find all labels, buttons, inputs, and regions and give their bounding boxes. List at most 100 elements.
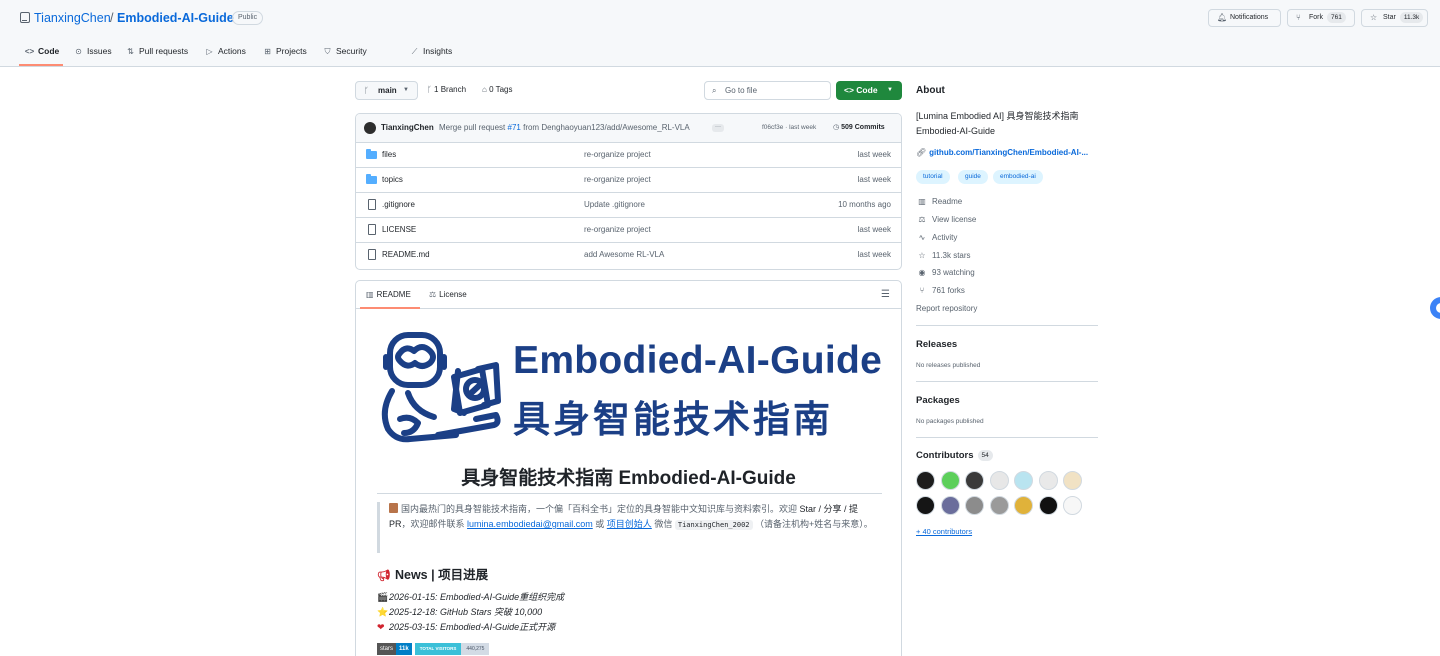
notifications-button[interactable]: 🔔︎ Notifications [1208,9,1281,27]
tab-security-label: Security [336,46,367,56]
meta-label: 761 forks [932,286,965,295]
repo-owner-link[interactable]: TianxingChen [34,11,111,25]
homepage-link[interactable]: 🔗︎ github.com/TianxingChen/Embodied-AI-..… [916,148,1088,157]
commit-author[interactable]: TianxingChen [381,123,434,132]
contributor-avatar[interactable] [965,496,984,515]
more-contributors-link[interactable]: + 40 contributors [916,527,972,536]
commit-hash-date[interactable]: f06cf3e · last week [762,124,816,131]
stars-link[interactable]: ☆ 11.3k stars [916,251,971,260]
founder-link[interactable]: 项目创始人 [607,519,652,529]
readme-link[interactable]: ▥ Readme [916,197,962,206]
commit-pr-link[interactable]: #71 [508,123,521,132]
code-button[interactable]: <> Code ▼ [836,81,902,100]
tab-issues[interactable]: ⊙ Issues [73,40,111,66]
file-commit-message[interactable]: re-organize project [584,150,651,159]
file-row[interactable]: LICENSE re-organize project last week [356,218,901,243]
activity-link[interactable]: ∿ Activity [916,233,958,242]
forks-link[interactable]: ⑂ 761 forks [916,286,965,295]
tab-insights[interactable]: ⟋ Insights [409,40,453,66]
contributor-avatar[interactable] [1014,471,1033,490]
tab-pull-requests[interactable]: ⇅ Pull requests [125,40,188,66]
contributor-avatar[interactable] [1063,471,1082,490]
book-icon: ▥ [918,197,926,206]
file-commit-message[interactable]: add Awesome RL-VLA [584,250,664,259]
packages-heading[interactable]: Packages [916,395,960,406]
file-name[interactable]: .gitignore [382,200,415,209]
tab-projects[interactable]: ⊞ Projects [262,40,307,66]
contributor-avatar[interactable] [1014,496,1033,515]
contributor-avatar[interactable] [1038,496,1058,515]
report-repository-link[interactable]: Report repository [916,304,977,313]
file-commit-message[interactable]: re-organize project [584,175,651,184]
file-row[interactable]: .gitignore Update .gitignore 10 months a… [356,193,901,218]
tab-actions[interactable]: ▷ Actions [204,40,245,66]
contributor-avatar[interactable] [989,496,1009,515]
topic-tag[interactable]: embodied-ai [993,170,1043,184]
watchers-link[interactable]: ◉ 93 watching [916,268,975,277]
license-link[interactable]: ⚖ View license [916,215,976,224]
news-text: 2025-12-18: GitHub Stars 突破 10,000 [389,607,543,617]
avatar[interactable] [364,122,376,134]
fork-button[interactable]: ⑂ Fork 761 [1287,9,1355,27]
contributor-avatar[interactable] [916,471,935,490]
contributor-avatar[interactable] [1038,471,1058,490]
news-text: 2025-03-15: Embodied-AI-Guide正式开源 [389,622,556,632]
floating-assistant-button[interactable] [1430,297,1440,319]
star-button[interactable]: ☆ Star 11.3k [1361,9,1428,27]
news-item: 🎬2026-01-15: Embodied-AI-Guide重组织完成 [377,590,564,603]
quote-text-5: （请备注机构+姓名与来意）。 [755,519,873,529]
law-icon: ⚖ [918,215,926,224]
contributor-avatar[interactable] [989,471,1009,490]
releases-heading[interactable]: Releases [916,339,957,350]
logo-title-en: Embodied-AI-Guide [513,339,883,382]
branches-link[interactable]: ᚴ 1 Branch [427,85,466,94]
divider [916,437,1098,438]
file-name[interactable]: topics [382,175,403,184]
file-row[interactable]: topics re-organize project last week [356,168,901,193]
pulse-icon: ∿ [918,233,926,242]
file-name[interactable]: LICENSE [382,225,416,234]
heart-icon: ❤ [377,622,385,632]
contributor-avatar[interactable] [965,471,984,490]
file-date: 10 months ago [838,200,891,209]
branch-selector[interactable]: ᚴ main ▼ [355,81,418,100]
tab-code[interactable]: <> Code [19,40,63,66]
contributor-avatar[interactable] [940,471,960,490]
repo-icon [20,12,30,23]
notifications-label: Notifications [1230,14,1269,21]
contributor-avatar[interactable] [940,496,960,515]
email-link[interactable]: lumina.embodiedai@gmail.com [467,519,593,529]
divider [916,325,1098,326]
tab-security[interactable]: ⛉ Security [322,40,367,66]
tab-pull-requests-label: Pull requests [139,46,189,56]
topic-tag[interactable]: guide [958,170,988,184]
stars-badge-value[interactable]: 11k [396,643,412,655]
file-name[interactable]: files [382,150,396,159]
stars-badge-label[interactable]: stars [377,643,397,655]
tab-readme[interactable]: ▥ README [366,290,411,299]
file-commit-message[interactable]: Update .gitignore [584,200,645,209]
contributor-avatar[interactable] [916,496,935,515]
contributor-avatar[interactable] [1063,496,1082,515]
tags-link[interactable]: ⌂ 0 Tags [482,85,513,94]
file-name[interactable]: README.md [382,250,430,259]
repo-name-link[interactable]: Embodied-AI-Guide [117,11,234,25]
visitors-badge-label: TOTAL VISITORS [414,643,462,655]
folder-icon [366,174,377,184]
list-icon[interactable]: ☰ [881,289,890,300]
quote-text-1: 国内最热门的具身智能技术指南，一个偏「百科全书」定位的具身智能中文知识库与资料索… [401,504,798,514]
commits-link[interactable]: ◷ 509 Commits [833,123,885,131]
file-commit-message[interactable]: re-organize project [584,225,651,234]
file-icon [368,199,376,210]
file-row[interactable]: files re-organize project last week [356,143,901,168]
go-to-file-input[interactable]: ⌕ Go to file [704,81,831,100]
expand-commit-button[interactable]: ··· [712,124,724,132]
contributors-heading[interactable]: Contributors 54 [916,450,993,461]
commit-message[interactable]: Merge pull request #71 from Denghaoyuan1… [439,123,690,132]
file-row[interactable]: README.md add Awesome RL-VLA last week [356,243,901,268]
topic-tag[interactable]: tutorial [916,170,950,184]
file-date: last week [857,175,891,184]
table-icon: ⊞ [264,47,271,56]
meta-label: 11.3k stars [932,251,971,260]
tab-license[interactable]: ⚖ License [429,290,467,299]
